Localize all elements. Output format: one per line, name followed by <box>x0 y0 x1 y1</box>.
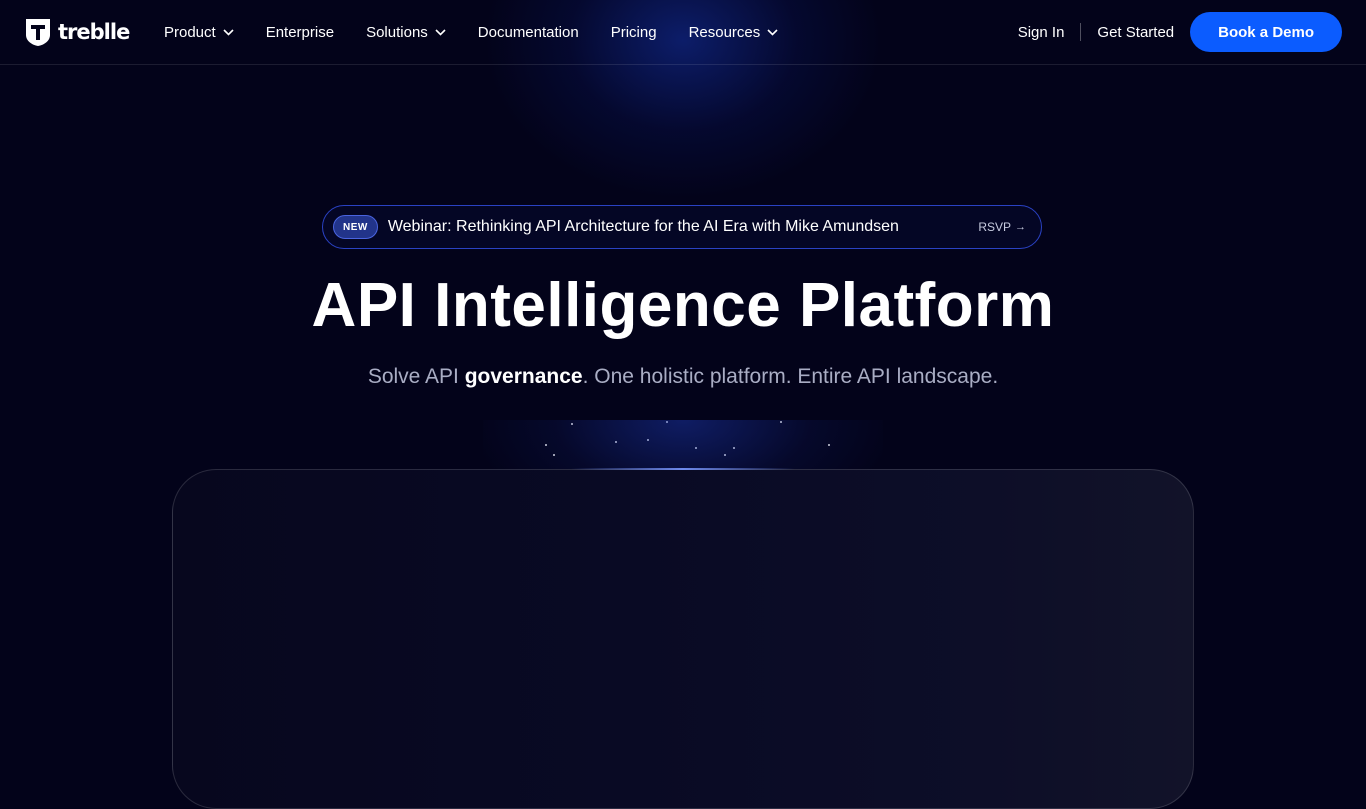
nav-item-documentation[interactable]: Documentation <box>478 24 579 41</box>
star-dot <box>553 454 555 456</box>
nav-item-label: Enterprise <box>265 23 335 41</box>
product-preview-panel <box>172 469 1194 809</box>
nav-item-product[interactable]: Product <box>164 24 234 41</box>
nav-item-label: Solutions <box>366 23 428 41</box>
navbar: treblle Product Enterprise Solutions Doc… <box>0 0 1366 65</box>
nav-item-label: Pricing <box>610 23 657 41</box>
chevron-down-icon <box>223 28 234 36</box>
subtitle-text: . One holistic platform. Entire API land… <box>582 365 999 388</box>
nav-divider <box>1080 23 1082 41</box>
star-dot <box>780 421 782 423</box>
rsvp-label: RSVP <box>978 220 1011 234</box>
nav-item-label: Documentation <box>477 23 579 41</box>
star-dot <box>647 439 649 441</box>
hero-title: API Intelligence Platform <box>311 271 1055 340</box>
star-dot <box>695 447 697 449</box>
announcement-banner[interactable]: NEW Webinar: Rethinking API Architecture… <box>322 205 1042 249</box>
chevron-down-icon <box>435 28 446 36</box>
star-dot <box>571 423 573 425</box>
sign-in-link[interactable]: Sign In <box>1018 24 1065 41</box>
nav-item-label: Product <box>164 23 216 41</box>
book-demo-button[interactable]: Book a Demo <box>1190 12 1342 52</box>
star-dot <box>724 454 726 456</box>
star-dot <box>666 421 668 423</box>
nav-item-label: Resources <box>688 23 761 41</box>
arrow-right-icon: → <box>1015 221 1026 233</box>
star-dot <box>733 447 735 449</box>
rsvp-link[interactable]: RSVP → <box>978 220 1026 234</box>
nav-actions: Sign In Get Started Book a Demo <box>1018 0 1342 64</box>
subtitle-emphasis: governance <box>464 365 583 388</box>
star-dot <box>545 444 547 446</box>
hero-subtitle: Solve API governance. One holistic platf… <box>0 365 1366 389</box>
main-nav: Product Enterprise Solutions Documentati… <box>164 0 810 64</box>
nav-item-enterprise[interactable]: Enterprise <box>266 24 334 41</box>
nav-item-pricing[interactable]: Pricing <box>611 24 657 41</box>
subtitle-text: Solve API <box>367 365 465 388</box>
announcement-text: Webinar: Rethinking API Architecture for… <box>387 218 899 235</box>
panel-highlight-line <box>571 468 795 470</box>
chevron-down-icon <box>767 28 778 36</box>
get-started-link[interactable]: Get Started <box>1097 24 1174 41</box>
treblle-logo-icon <box>26 19 50 46</box>
star-dot <box>828 444 830 446</box>
brand-name: treblle <box>58 20 130 44</box>
brand-logo[interactable]: treblle <box>24 17 130 47</box>
new-badge: NEW <box>333 215 378 239</box>
nav-item-solutions[interactable]: Solutions <box>366 24 446 41</box>
nav-item-resources[interactable]: Resources <box>689 24 779 41</box>
star-dot <box>615 441 617 443</box>
